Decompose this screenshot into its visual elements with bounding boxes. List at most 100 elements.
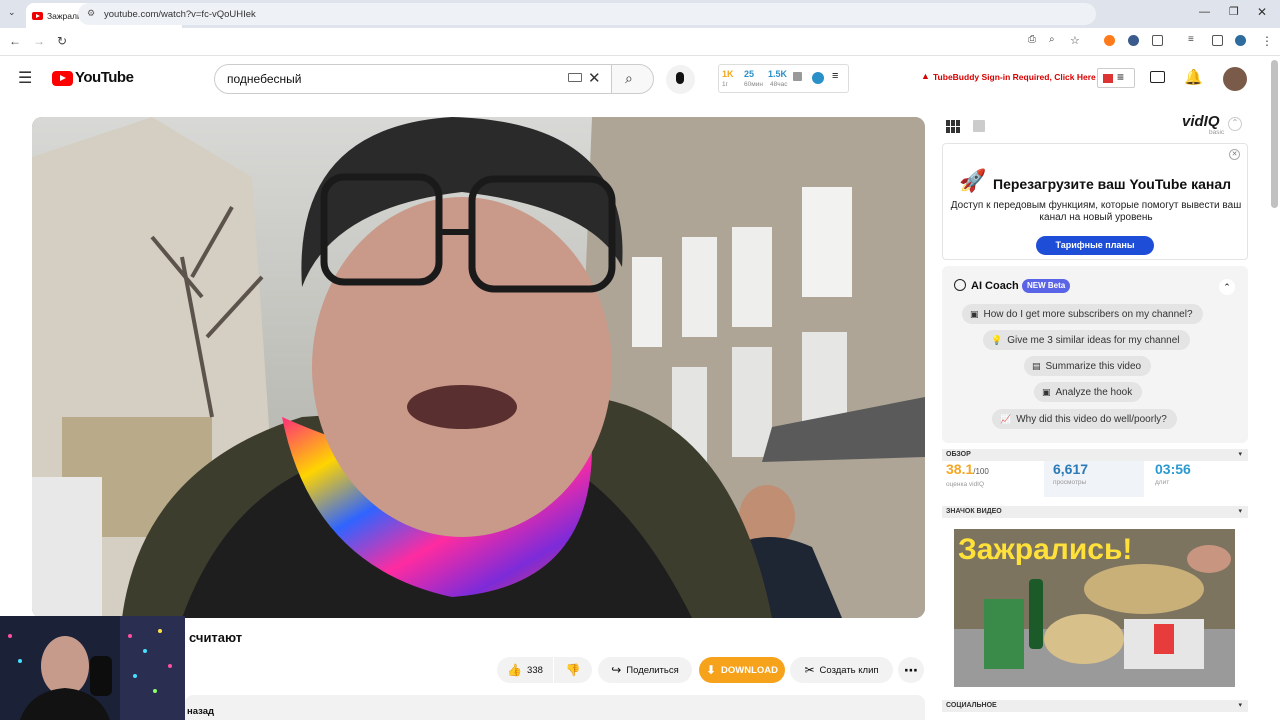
vidiq-grid-icon[interactable]: [946, 120, 962, 133]
tb-videos: 25: [744, 69, 755, 79]
social-section-header[interactable]: СОЦИАЛЬНОЕ ▾: [942, 700, 1248, 712]
vidiq-views-stat: 6,617 просмотры: [1044, 461, 1144, 497]
restore-icon[interactable]: ❐: [1229, 5, 1239, 18]
play-box-icon: ▣: [970, 308, 979, 319]
close-promo-icon[interactable]: ✕: [1229, 149, 1240, 160]
video-title: считают: [189, 630, 243, 645]
pricing-plans-button[interactable]: Тарифные планы: [1036, 236, 1154, 255]
webcam-frame: [0, 616, 185, 720]
download-label: DOWNLOAD: [721, 664, 779, 676]
scissors-icon: ✂: [804, 663, 815, 677]
tb-videos-sub: 60мин: [744, 81, 763, 88]
browser-menu-icon[interactable]: ⋮: [1261, 34, 1273, 48]
vidiq-duration-label: длит: [1155, 479, 1170, 486]
vidiq-duration: 03:56: [1155, 461, 1191, 477]
overview-label: ОБЗОР: [946, 451, 971, 458]
share-icon: ↪: [611, 663, 622, 677]
clear-search-icon[interactable]: ✕: [588, 69, 601, 87]
extension-fire-icon[interactable]: [1104, 35, 1115, 46]
like-button[interactable]: 👍 338: [497, 657, 553, 683]
media-controls-icon[interactable]: ≡: [1188, 34, 1194, 45]
video-player[interactable]: [32, 117, 925, 618]
vidiq-promo-card: ✕ 🚀 Перезагрузите ваш YouTube канал Дост…: [942, 143, 1248, 260]
ai-question-hook[interactable]: ▣ Analyze the hook: [1034, 382, 1143, 402]
user-avatar[interactable]: [1223, 67, 1247, 91]
tubebuddy-signin-link[interactable]: TubeBuddy Sign-in Required, Click Here: [933, 72, 1096, 82]
ai-question-text: How do I get more subscribers on my chan…: [983, 308, 1193, 320]
tb-chart-icon[interactable]: [793, 72, 802, 81]
vidiq-views-label: просмотры: [1053, 479, 1087, 486]
tb-views: 1.5K: [768, 69, 788, 79]
reload-icon[interactable]: ↻: [57, 34, 67, 48]
download-button[interactable]: ⬇ DOWNLOAD: [699, 657, 785, 683]
video-thumbnail[interactable]: Зажрались!: [954, 529, 1235, 687]
vidiq-score-max: /100: [973, 467, 989, 476]
notifications-bell-icon[interactable]: 🔔: [1184, 68, 1203, 86]
ai-question-ideas[interactable]: 💡 Give me 3 similar ideas for my channel: [983, 330, 1190, 350]
extensions-puzzle-icon[interactable]: [1152, 35, 1163, 46]
install-app-icon[interactable]: ⎙: [1028, 34, 1036, 45]
overview-section-header[interactable]: ОБЗОР ▾: [942, 449, 1248, 461]
search-icon: ⌕: [625, 70, 633, 86]
tb-logo-icon[interactable]: [812, 72, 824, 84]
ai-question-summarize[interactable]: ▤ Summarize this video: [1024, 356, 1152, 376]
share-label: Поделиться: [626, 664, 679, 676]
webcam-overlay: [0, 616, 185, 720]
thumbs-up-icon: 👍: [507, 663, 523, 677]
ai-question-performance[interactable]: 📈 Why did this video do well/poorly?: [992, 409, 1177, 429]
promo-title: Перезагрузите ваш YouTube канал: [993, 176, 1232, 192]
youtube-logo-text: YouTube: [75, 69, 134, 86]
microphone-icon: [676, 72, 684, 84]
search-input[interactable]: поднебесный: [214, 64, 612, 94]
video-frame: [32, 117, 925, 618]
close-window-icon[interactable]: ✕: [1257, 5, 1267, 19]
voice-search-button[interactable]: [666, 65, 695, 94]
tb-menu-icon[interactable]: ≡: [832, 70, 838, 82]
social-chevron-icon: ▾: [1238, 702, 1242, 709]
site-info-icon[interactable]: ⚙: [87, 8, 95, 19]
ai-question-text: Summarize this video: [1045, 360, 1142, 372]
share-button[interactable]: ↪ Поделиться: [598, 657, 692, 683]
vidiq-views: 6,617: [1053, 461, 1089, 477]
bookmark-star-icon[interactable]: ☆: [1070, 34, 1080, 47]
download-icon: ⬇: [705, 663, 717, 677]
description-box[interactable]: назад: [185, 695, 925, 720]
extension-vidiq-icon[interactable]: [1128, 35, 1139, 46]
ai-question-text: Give me 3 similar ideas for my channel: [1007, 334, 1180, 346]
minimize-icon[interactable]: —: [1199, 6, 1210, 18]
profile-icon[interactable]: [1235, 35, 1246, 46]
youtube-logo-icon[interactable]: [52, 71, 73, 86]
dislike-button[interactable]: 👎: [554, 657, 592, 683]
address-bar[interactable]: ⚙ youtube.com/watch?v=fc-vQoUHIek: [78, 3, 1096, 25]
side-panel-icon[interactable]: [1212, 35, 1223, 46]
more-actions-button[interactable]: ⋯: [898, 657, 924, 683]
tubebuddy-stats-widget[interactable]: 1K 1г 25 60мин 1.5K 48час ≡: [718, 64, 849, 93]
page-scrollbar[interactable]: [1271, 60, 1278, 208]
tb-subs: 1K: [722, 69, 734, 79]
browser-toolbar: [0, 28, 1280, 56]
youtube-favicon-icon: [32, 11, 43, 20]
vidiq-score: 38.1: [946, 461, 974, 477]
create-video-icon[interactable]: [1150, 71, 1165, 83]
play-box-icon: ▣: [1042, 386, 1051, 397]
url-text: youtube.com/watch?v=fc-vQoUHIek: [104, 8, 256, 20]
hamburger-menu-icon[interactable]: ☰: [18, 68, 32, 88]
clip-button[interactable]: ✂ Создать клип: [790, 657, 893, 683]
forward-icon[interactable]: →: [33, 34, 45, 48]
thumbs-down-icon: 👎: [565, 663, 581, 677]
tubebuddy-menu-button[interactable]: ≡: [1097, 68, 1135, 88]
ai-question-subscribers[interactable]: ▣ How do I get more subscribers on my ch…: [962, 304, 1203, 324]
search-button[interactable]: ⌕: [611, 64, 654, 94]
description-text: назад: [187, 706, 215, 717]
vidiq-score-label: оценка vidIQ: [946, 481, 985, 488]
vidiq-chart-icon[interactable]: [973, 120, 985, 132]
zoom-icon[interactable]: ⌕: [1049, 34, 1055, 45]
thumbnail-text: Зажрались!: [958, 533, 1133, 566]
document-icon: ▤: [1032, 360, 1041, 371]
keyboard-icon[interactable]: [568, 73, 582, 82]
vidiq-collapse-icon[interactable]: ⌃: [1228, 117, 1242, 131]
thumbnail-section-header[interactable]: ЗНАЧОК ВИДЕО ▾: [942, 506, 1248, 518]
back-icon[interactable]: ←: [9, 34, 21, 48]
ai-coach-collapse-icon[interactable]: ⌃: [1219, 279, 1235, 295]
tab-search-icon[interactable]: ⌄: [8, 7, 16, 18]
